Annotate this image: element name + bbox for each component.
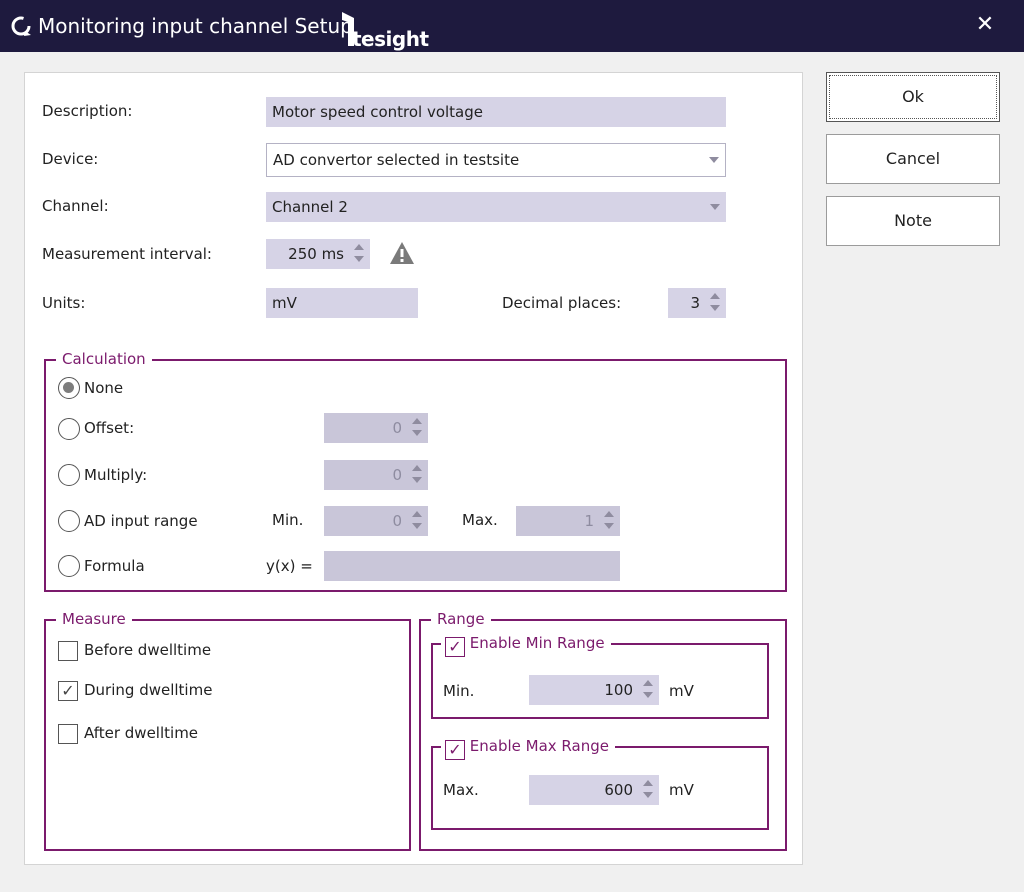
channel-select[interactable]: Channel 2 [266,192,726,222]
description-value: Motor speed control voltage [272,103,484,121]
enable-max-range-checkbox[interactable]: ✓ [445,740,465,760]
decimal-places-spinner[interactable]: 3 [668,288,726,318]
device-value: AD convertor selected in testsite [273,151,520,169]
max-label: Max. [443,781,479,799]
range-group: Range ✓ Enable Min Range Min. 100 mV ✓ E… [419,609,787,851]
multiply-spinner[interactable]: 0 [324,460,428,490]
formula-input[interactable] [324,551,620,581]
max-unit: mV [669,781,694,799]
close-button[interactable]: ✕ [970,10,1000,40]
min-unit: mV [669,682,694,700]
radio-ad-input-range[interactable] [58,510,80,532]
enable-min-range-label: Enable Min Range [469,634,605,652]
spinner-arrows-icon[interactable] [412,465,424,485]
units-label: Units: [42,294,86,312]
ok-button[interactable]: Ok [826,72,1000,122]
enable-max-range-label: Enable Max Range [469,737,609,755]
offset-label: Offset: [84,419,135,437]
enable-min-range[interactable]: ✓ Enable Min Range [441,633,611,657]
spinner-arrows-icon[interactable] [412,418,424,438]
max-value: 600 [604,781,633,799]
note-label: Note [894,211,932,230]
tesight-logo: tesight [342,12,432,52]
ad-min-label: Min. [272,511,304,529]
during-dwelltime-label: During dwelltime [84,681,213,699]
ad-max-spinner[interactable]: 1 [516,506,620,536]
spinner-arrows-icon[interactable] [643,680,655,700]
spinner-arrows-icon[interactable] [643,780,655,800]
ok-label: Ok [902,87,924,106]
radio-offset[interactable] [58,418,80,440]
decimal-places-value: 3 [690,294,700,312]
max-range-group: ✓ Enable Max Range Max. 600 mV [431,736,769,830]
spinner-arrows-icon[interactable] [412,511,424,531]
channel-value: Channel 2 [272,198,348,216]
interval-value: 250 ms [288,245,344,263]
title-bar: Monitoring input channel Setup tesight ✕ [0,0,1024,52]
spinner-arrows-icon[interactable] [604,511,616,531]
after-dwelltime-checkbox[interactable] [58,724,78,744]
chevron-down-icon [710,204,720,210]
device-label: Device: [42,150,99,168]
ad-max-value: 1 [584,512,594,530]
multiply-label: Multiply: [84,466,148,484]
max-spinner[interactable]: 600 [529,775,659,805]
radio-multiply[interactable] [58,464,80,486]
min-value: 100 [604,681,633,699]
min-spinner[interactable]: 100 [529,675,659,705]
formula-prefix: y(x) = [266,557,313,575]
during-dwelltime-checkbox[interactable]: ✓ [58,681,78,701]
description-label: Description: [42,102,133,120]
none-label: None [84,379,124,397]
before-dwelltime-checkbox[interactable] [58,641,78,661]
channel-label: Channel: [42,197,109,215]
range-legend: Range [431,609,491,629]
measure-legend: Measure [56,609,132,629]
window-title: Monitoring input channel Setup [38,14,353,38]
enable-min-range-checkbox[interactable]: ✓ [445,637,465,657]
settings-panel: Description: Motor speed control voltage… [24,72,803,865]
chevron-down-icon [709,157,719,163]
spinner-arrows-icon[interactable] [354,244,366,264]
measure-group: Measure Before dwelltime ✓ During dwellt… [44,609,411,851]
spinner-arrows-icon[interactable] [710,293,722,313]
close-icon: ✕ [975,12,995,37]
offset-value: 0 [392,419,402,437]
decimal-places-label: Decimal places: [502,294,622,312]
after-dwelltime-label: After dwelltime [84,724,199,742]
radio-none[interactable] [58,377,80,399]
min-label: Min. [443,682,475,700]
ad-input-range-label: AD input range [84,512,198,530]
multiply-value: 0 [392,466,402,484]
enable-max-range[interactable]: ✓ Enable Max Range [441,736,615,760]
units-value: mV [272,294,297,312]
ad-min-value: 0 [392,512,402,530]
formula-label: Formula [84,557,145,575]
radio-formula[interactable] [58,555,80,577]
description-input[interactable]: Motor speed control voltage [266,97,726,127]
ad-max-label: Max. [462,511,498,529]
warning-triangle-icon [390,242,414,264]
logo-text: tesight [352,27,429,51]
units-input[interactable]: mV [266,288,418,318]
cancel-button[interactable]: Cancel [826,134,1000,184]
interval-spinner[interactable]: 250 ms [266,239,370,269]
device-select[interactable]: AD convertor selected in testsite [266,143,726,177]
note-button[interactable]: Note [826,196,1000,246]
min-range-group: ✓ Enable Min Range Min. 100 mV [431,633,769,719]
app-refresh-icon [11,16,31,36]
interval-label: Measurement interval: [42,245,212,263]
calculation-group: Calculation None Offset: 0 Multiply: 0 A… [44,349,787,592]
before-dwelltime-label: Before dwelltime [84,641,212,659]
offset-spinner[interactable]: 0 [324,413,428,443]
cancel-label: Cancel [885,149,941,168]
ad-min-spinner[interactable]: 0 [324,506,428,536]
calculation-legend: Calculation [56,349,152,369]
